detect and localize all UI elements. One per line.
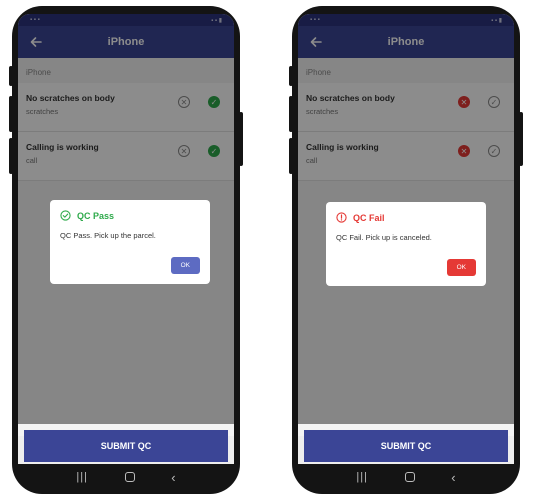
screen: ▪ ▪ ▪ ▪ ▪ ▮ iPhone iPhone No scratches on… <box>18 14 234 464</box>
home-icon[interactable] <box>404 472 415 482</box>
back-icon[interactable]: ‹ <box>171 470 175 485</box>
home-icon[interactable] <box>124 472 135 482</box>
volume-button <box>289 96 293 132</box>
volume-button <box>9 66 13 86</box>
check-circle-outline-icon <box>60 210 71 221</box>
screen: ▪ ▪ ▪ ▪ ▪ ▮ iPhone iPhone No scratches on… <box>298 14 514 464</box>
dialog-title: QC Fail <box>353 212 385 223</box>
dialog-title: QC Pass <box>77 210 115 221</box>
volume-button <box>289 66 293 86</box>
ok-button[interactable]: OK <box>170 257 200 274</box>
bixby-button <box>289 138 293 174</box>
submit-qc-button[interactable]: SUBMIT QC <box>304 430 508 462</box>
alert-circle-outline-icon <box>336 212 347 223</box>
ok-button[interactable]: OK <box>446 259 476 276</box>
back-icon[interactable]: ‹ <box>451 470 455 485</box>
dialog-message: QC Fail. Pick up is canceled. <box>336 233 432 242</box>
volume-button <box>9 96 13 132</box>
android-nav-bar: ||| ‹ <box>298 464 514 490</box>
submit-qc-button[interactable]: SUBMIT QC <box>24 430 228 462</box>
phone-qc-pass: ▪ ▪ ▪ ▪ ▪ ▮ iPhone iPhone No scratches on… <box>9 6 243 494</box>
android-nav-bar: ||| ‹ <box>18 464 234 490</box>
qc-fail-dialog: QC Fail QC Fail. Pick up is canceled. OK <box>326 202 486 286</box>
power-button <box>519 112 523 166</box>
power-button <box>239 112 243 166</box>
qc-pass-dialog: QC Pass QC Pass. Pick up the parcel. OK <box>50 200 210 284</box>
recent-apps-icon[interactable]: ||| <box>76 471 88 483</box>
recent-apps-icon[interactable]: ||| <box>356 471 368 483</box>
bixby-button <box>9 138 13 174</box>
dialog-message: QC Pass. Pick up the parcel. <box>60 231 156 240</box>
phone-qc-fail: ▪ ▪ ▪ ▪ ▪ ▮ iPhone iPhone No scratches on… <box>289 6 523 494</box>
